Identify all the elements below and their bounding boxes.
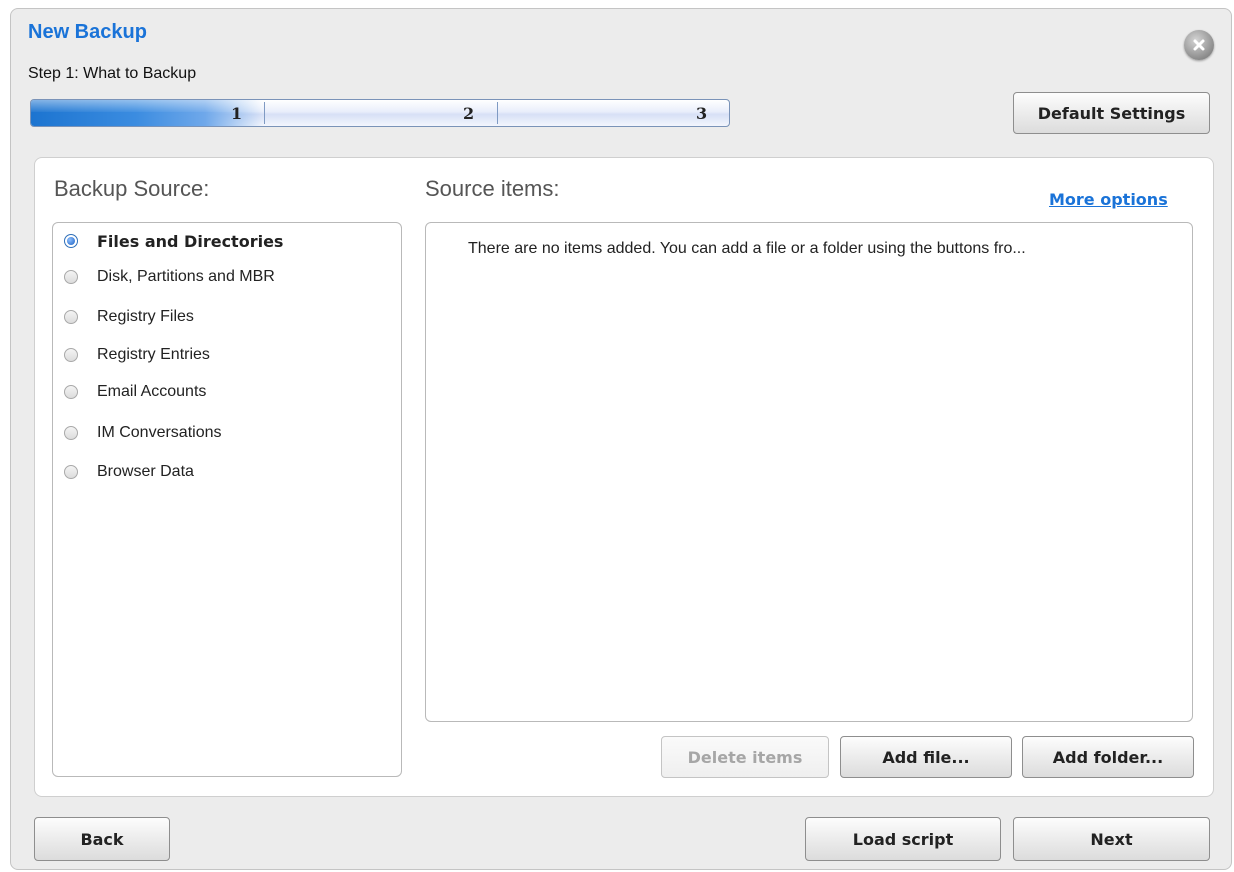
more-options-link[interactable]: More options <box>1049 190 1168 209</box>
next-button[interactable]: Next <box>1013 817 1210 861</box>
empty-items-message: There are no items added. You can add a … <box>468 240 1026 257</box>
source-option-label: Email Accounts <box>97 383 207 400</box>
dialog-title: New Backup <box>28 21 147 43</box>
source-option-label: IM Conversations <box>97 424 222 441</box>
progress-fill <box>31 100 264 126</box>
source-option-label: Registry Entries <box>97 346 210 363</box>
close-icon <box>1193 39 1205 51</box>
source-option-label: Registry Files <box>97 308 194 325</box>
progress-step-3: 3 <box>696 103 708 123</box>
source-option-email-accounts[interactable]: Email Accounts <box>64 380 206 404</box>
radio-button[interactable] <box>64 426 78 440</box>
progress-step-2: 2 <box>463 103 475 123</box>
wizard-progress-bar: 1 2 3 <box>30 99 730 127</box>
progress-step-1: 1 <box>231 103 243 123</box>
source-items-heading: Source items: <box>425 176 560 201</box>
radio-button[interactable] <box>64 348 78 362</box>
delete-items-button[interactable]: Delete items <box>661 736 829 778</box>
radio-button[interactable] <box>64 234 78 248</box>
load-script-button[interactable]: Load script <box>805 817 1001 861</box>
radio-button[interactable] <box>64 270 78 284</box>
source-option-files-and-directories[interactable]: Files and Directories <box>64 229 283 253</box>
source-items-list[interactable] <box>425 222 1193 722</box>
source-option-im-conversations[interactable]: IM Conversations <box>64 421 222 445</box>
source-option-label: Browser Data <box>97 463 194 480</box>
add-folder-button[interactable]: Add folder... <box>1022 736 1194 778</box>
source-option-browser-data[interactable]: Browser Data <box>64 460 194 484</box>
progress-divider <box>264 102 265 124</box>
default-settings-button[interactable]: Default Settings <box>1013 92 1210 134</box>
close-button[interactable] <box>1184 30 1214 60</box>
source-option-registry-entries[interactable]: Registry Entries <box>64 343 210 367</box>
source-option-registry-files[interactable]: Registry Files <box>64 305 194 329</box>
step-label: Step 1: What to Backup <box>28 65 197 82</box>
radio-button[interactable] <box>64 310 78 324</box>
back-button[interactable]: Back <box>34 817 170 861</box>
progress-divider <box>497 102 498 124</box>
source-option-label: Disk, Partitions and MBR <box>97 268 275 285</box>
backup-source-heading: Backup Source: <box>54 176 210 201</box>
radio-button[interactable] <box>64 385 78 399</box>
radio-button[interactable] <box>64 465 78 479</box>
source-option-disk-partitions-mbr[interactable]: Disk, Partitions and MBR <box>64 265 275 289</box>
source-option-label: Files and Directories <box>97 231 284 251</box>
add-file-button[interactable]: Add file... <box>840 736 1012 778</box>
